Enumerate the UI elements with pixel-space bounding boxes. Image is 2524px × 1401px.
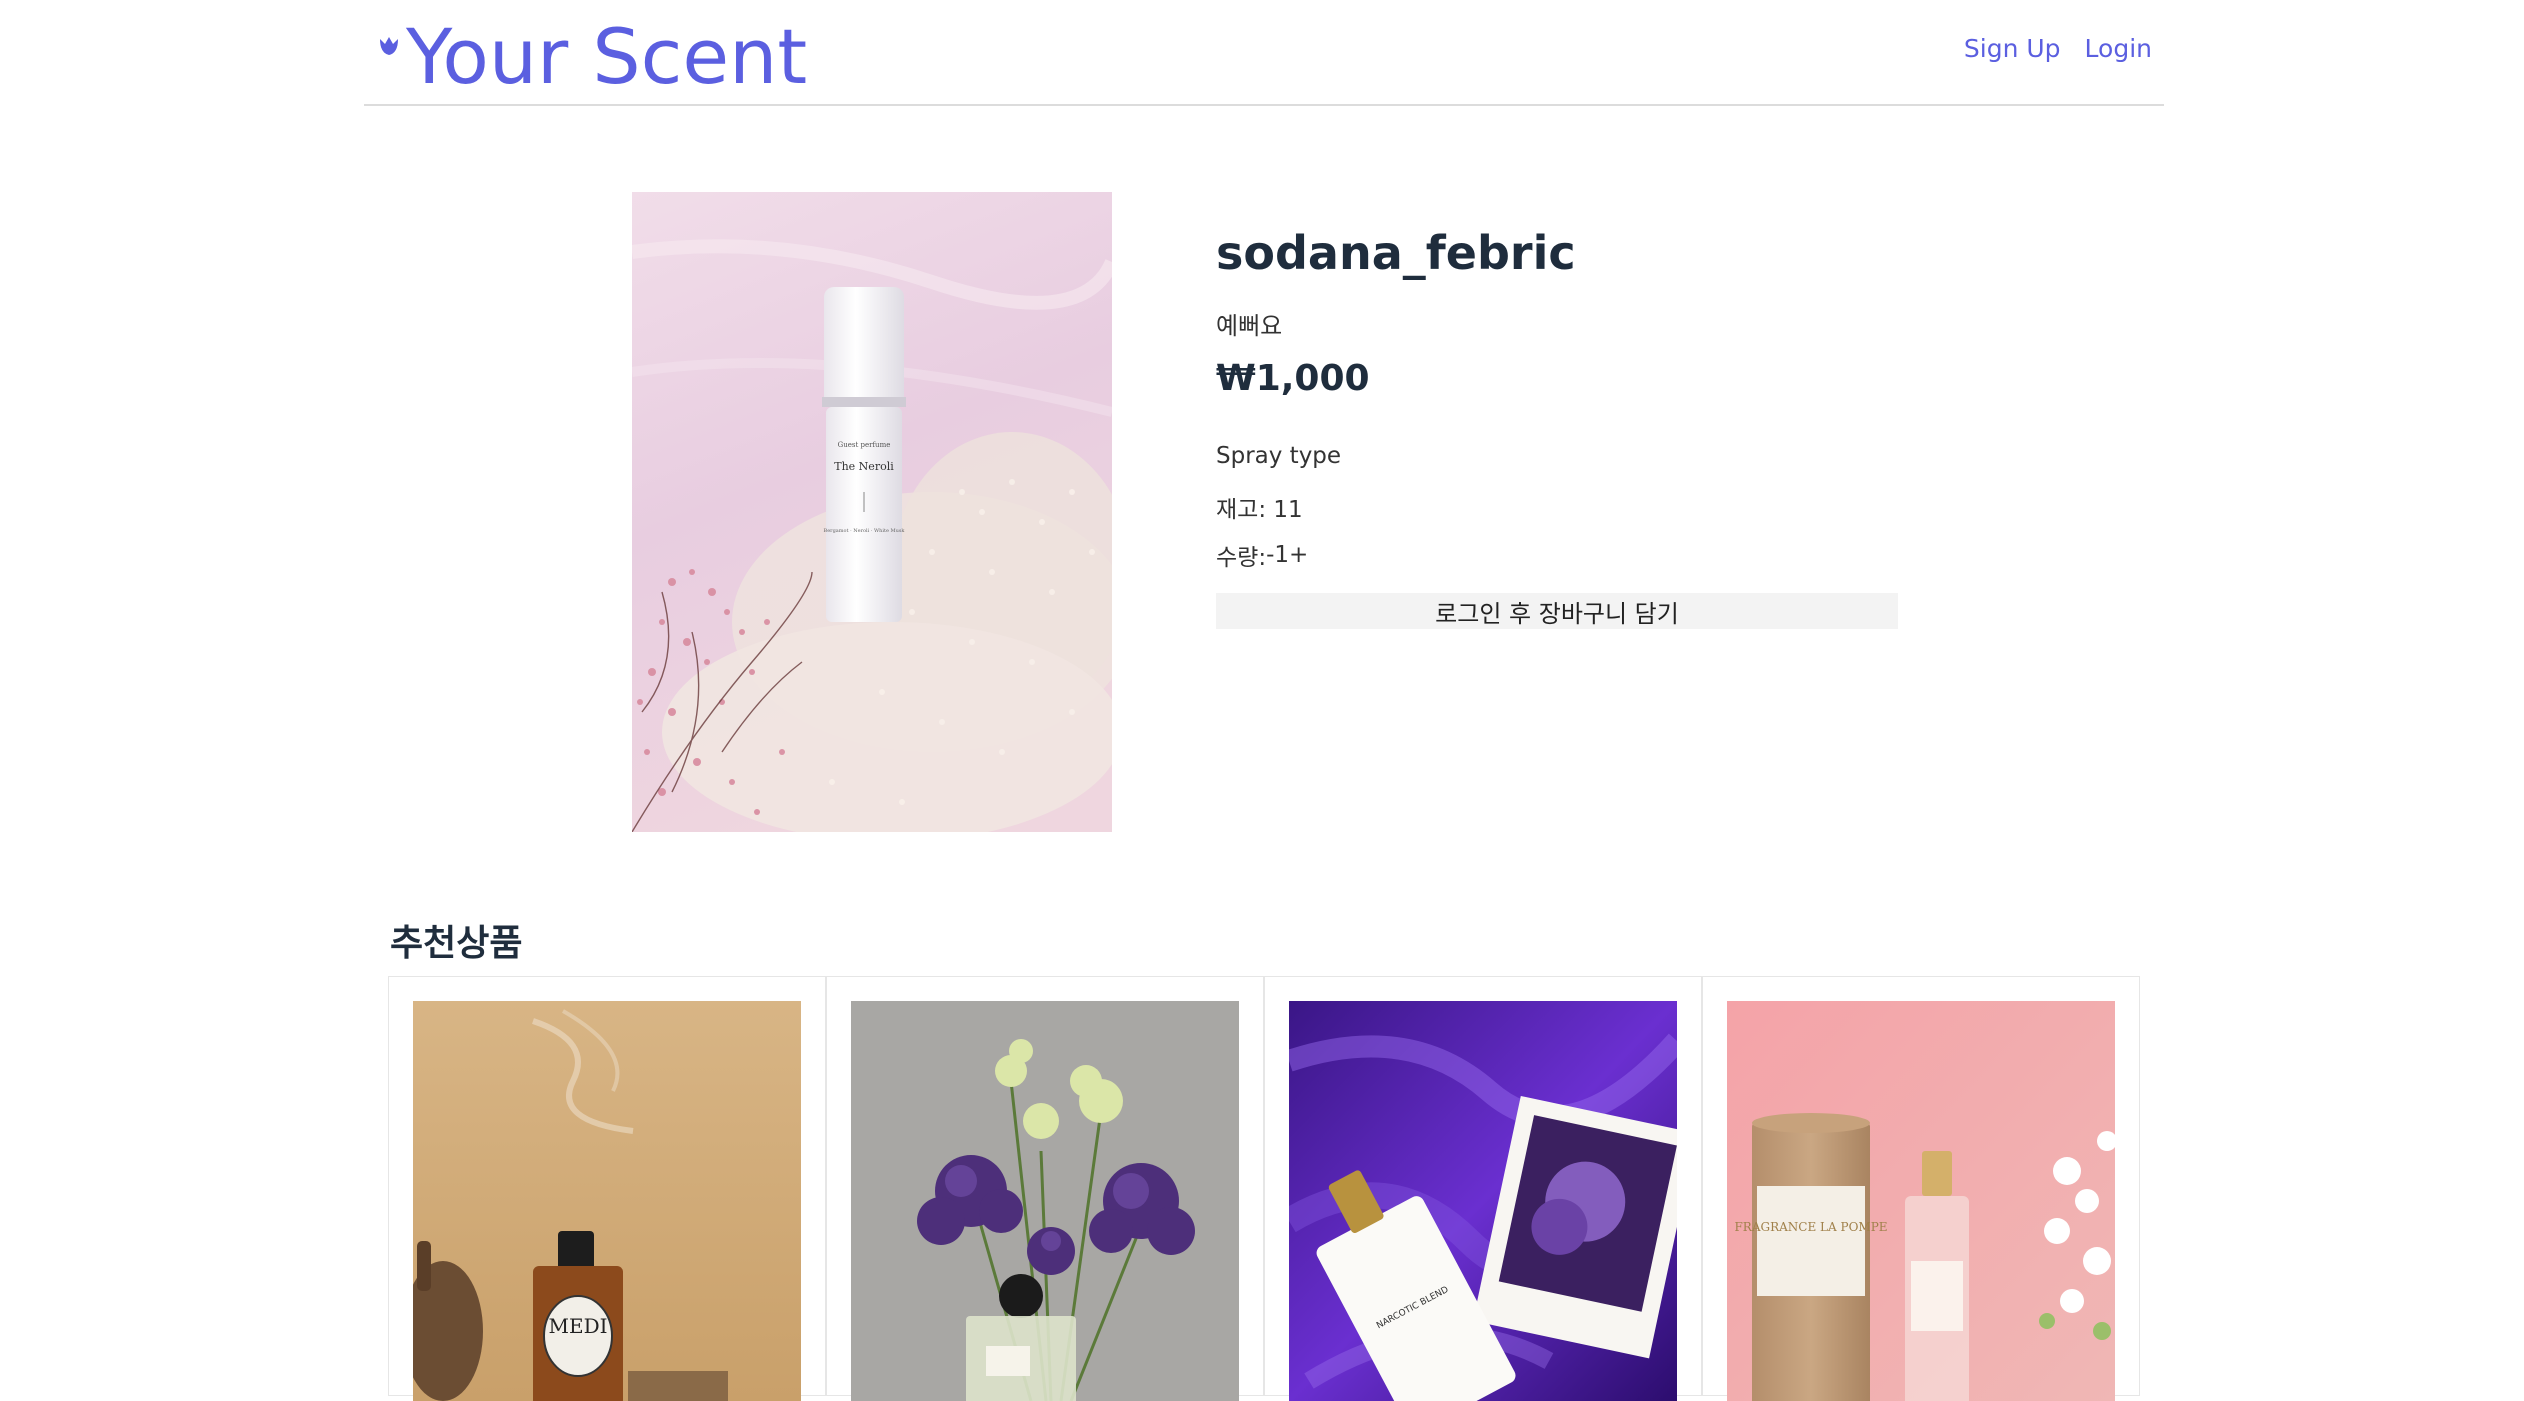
auth-nav: Sign Up Login <box>1964 34 2152 63</box>
product-image: Guest perfume The Neroli Bergamot · Nero… <box>632 192 1112 832</box>
product-title: sodana_febric <box>1216 226 1576 280</box>
recommendations-grid: MEDI NARCOTIC BLEND FRAGRANCE LA POMPE <box>388 976 2142 1401</box>
product-type: Spray type <box>1216 443 1342 469</box>
recommendation-image-1: MEDI <box>413 1001 801 1401</box>
recommendation-label-1: MEDI <box>548 1314 607 1338</box>
recommendation-card-4[interactable]: FRAGRANCE LA POMPE <box>1702 976 2140 1401</box>
login-link[interactable]: Login <box>2085 34 2152 63</box>
quantity-decrease-button[interactable]: - <box>1266 542 1274 568</box>
add-to-cart-button[interactable]: 로그인 후 장바구니 담기 <box>1216 593 1898 629</box>
bottle-notes-text: Bergamot · Neroli · White Musk <box>824 528 906 534</box>
bottle-brand-text: Guest perfume <box>838 441 891 449</box>
perfume-photo-pink: FRAGRANCE LA POMPE <box>1727 1001 2115 1401</box>
product-price: ₩1,000 <box>1216 358 1370 399</box>
perfume-bottle-photo: Guest perfume The Neroli Bergamot · Nero… <box>632 192 1112 832</box>
signup-link[interactable]: Sign Up <box>1964 34 2061 63</box>
perfume-photo-flowers <box>851 1001 1239 1401</box>
recommendation-image-4: FRAGRANCE LA POMPE <box>1727 1001 2115 1401</box>
brand-logo-link[interactable]: Your Scent <box>378 12 807 102</box>
recommendation-image-2 <box>851 1001 1239 1401</box>
bottle-name-text: The Neroli <box>834 460 894 473</box>
recommendations-title: 추천상품 <box>390 923 523 964</box>
quantity-value: 1 <box>1274 542 1290 568</box>
product-description: 예뻐요 <box>1216 312 1283 340</box>
tulip-icon <box>380 37 398 55</box>
quantity-increase-button[interactable]: + <box>1289 542 1308 568</box>
perfume-photo-amber: MEDI <box>413 1001 801 1401</box>
recommendation-card-3[interactable]: NARCOTIC BLEND <box>1264 976 1702 1401</box>
recommendation-label-4: FRAGRANCE LA POMPE <box>1734 1220 1887 1234</box>
recommendation-image-3: NARCOTIC BLEND <box>1289 1001 1677 1401</box>
top-navbar: Your Scent Sign Up Login <box>364 0 2164 106</box>
quantity-label: 수량: <box>1216 545 1267 571</box>
brand-name: Your Scent <box>406 12 808 101</box>
quantity-stepper: 수량: - 1 + <box>1216 538 1308 572</box>
product-stock: 재고: 11 <box>1216 497 1303 523</box>
recommendation-card-1[interactable]: MEDI <box>388 976 826 1401</box>
perfume-photo-purple-satin: NARCOTIC BLEND <box>1289 1001 1677 1401</box>
recommendation-card-2[interactable] <box>826 976 1264 1401</box>
